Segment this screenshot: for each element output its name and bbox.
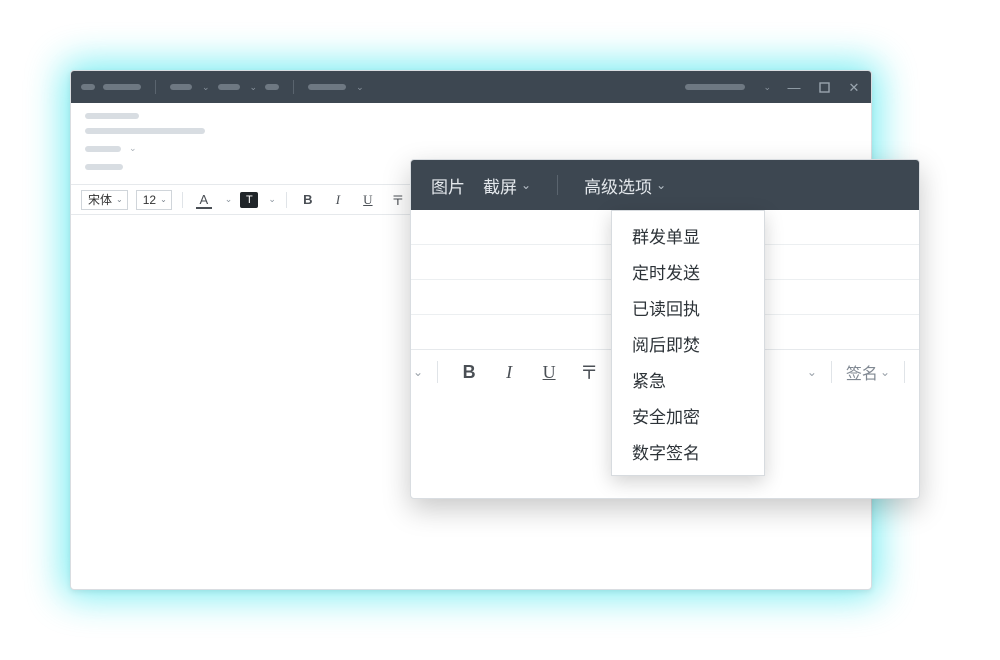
menu-item-read-receipt[interactable]: 已读回执	[612, 289, 764, 325]
font-size-combo[interactable]: 12 ⌄	[136, 190, 172, 210]
bold-button[interactable]: B	[297, 190, 319, 210]
font-family-value: 宋体	[88, 191, 112, 208]
menu-item-mass-individual[interactable]: 群发单显	[612, 217, 764, 253]
back-titlebar-left: ⌄ ⌄ ⌄	[81, 80, 364, 94]
maximize-icon[interactable]	[817, 80, 831, 94]
menu-item-burn-after-read[interactable]: 阅后即焚	[612, 325, 764, 361]
chevron-down-icon[interactable]: ⌄	[413, 365, 423, 379]
fore-titlebar: 图片 截屏 ⌄ 高级选项 ⌄	[411, 160, 919, 210]
strikethrough-button[interactable]: 〒	[572, 356, 606, 388]
chevron-down-icon[interactable]: ⌄	[268, 194, 276, 205]
italic-button[interactable]: I	[492, 356, 526, 388]
bold-button[interactable]: B	[452, 356, 486, 388]
back-titlebar: ⌄ ⌄ ⌄ ⌄ — ✕	[71, 71, 871, 103]
close-icon[interactable]: ✕	[847, 80, 861, 94]
font-size-value: 12	[143, 193, 156, 207]
signature-button[interactable]: 签名	[846, 360, 878, 384]
titlebar-separator	[557, 175, 558, 195]
minimize-icon[interactable]: —	[787, 80, 801, 94]
chevron-down-icon[interactable]: ⌄	[880, 365, 890, 379]
menu-item-secure-encrypt[interactable]: 安全加密	[612, 397, 764, 433]
underline-button[interactable]: U	[532, 356, 566, 388]
chevron-down-icon[interactable]: ⌄	[225, 194, 233, 205]
italic-button[interactable]: I	[327, 190, 349, 210]
menu-item-digital-signature[interactable]: 数字签名	[612, 433, 764, 469]
advanced-options-button[interactable]: 高级选项 ⌄	[584, 173, 666, 198]
chevron-down-icon: ⌄	[160, 195, 167, 204]
menu-item-urgent[interactable]: 紧急	[612, 361, 764, 397]
font-color-button[interactable]: A	[193, 190, 215, 210]
menu-item-scheduled-send[interactable]: 定时发送	[612, 253, 764, 289]
advanced-options-menu: 群发单显 定时发送 已读回执 阅后即焚 紧急 安全加密 数字签名	[611, 210, 765, 476]
font-family-combo[interactable]: 宋体 ⌄	[81, 190, 128, 210]
screenshot-button[interactable]: 截屏 ⌄	[483, 173, 531, 198]
highlight-color-button[interactable]: T	[240, 192, 258, 208]
strikethrough-button[interactable]: 〒	[387, 190, 409, 210]
insert-image-button[interactable]: 图片	[431, 173, 465, 198]
compose-window-foreground: 图片 截屏 ⌄ 高级选项 ⌄ ⌄ B I U 〒 ⌄ 签名 ⌄	[410, 159, 920, 499]
chevron-down-icon: ⌄	[116, 195, 123, 204]
chevron-down-icon: ⌄	[521, 178, 531, 192]
chevron-down-icon: ⌄	[656, 178, 666, 192]
underline-button[interactable]: U	[357, 190, 379, 210]
chevron-down-icon[interactable]: ⌄	[807, 365, 817, 379]
